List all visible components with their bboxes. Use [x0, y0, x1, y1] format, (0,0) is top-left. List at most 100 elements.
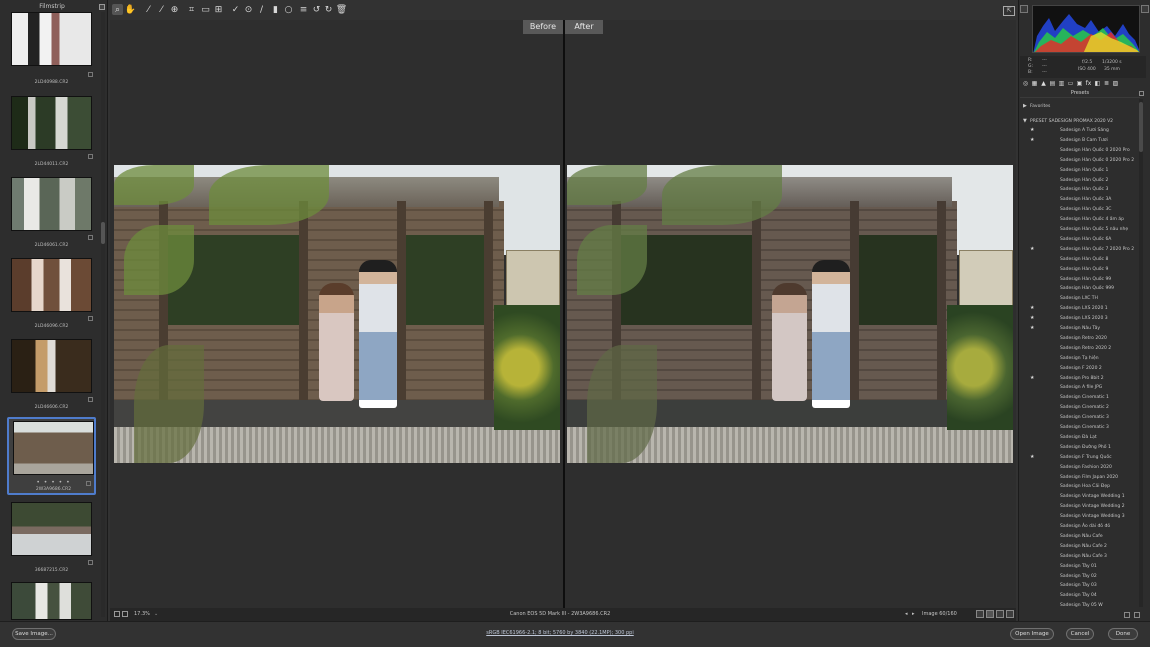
preset-item[interactable]: Sadesign Vintage Wedding 1 — [1020, 492, 1136, 501]
effects-tab-icon[interactable]: fx — [1085, 80, 1092, 87]
presets-menu-icon[interactable] — [1139, 91, 1144, 96]
preset-item[interactable]: ★ Sadesign Hàn Quốc 7 2020 Pro 2 — [1020, 245, 1136, 254]
done-button[interactable]: Done — [1108, 628, 1138, 640]
preset-item[interactable]: Sadesign Nâu Cafe — [1020, 532, 1136, 541]
preset-item[interactable]: Sadesign Đà Lạt — [1020, 433, 1136, 442]
preset-item[interactable]: Sadesign Đường Phố 1 — [1020, 443, 1136, 452]
straighten-icon[interactable]: ▭ — [200, 4, 211, 15]
target-adjust-icon[interactable]: ⊕ — [169, 4, 180, 15]
transform-icon[interactable]: ⊞ — [213, 4, 224, 15]
zoom-icon[interactable]: ⌕ — [112, 4, 123, 15]
collapse-icon[interactable]: ▼ — [1023, 117, 1027, 126]
presets-scroll-thumb[interactable] — [1139, 102, 1143, 152]
swap-icon[interactable] — [996, 610, 1004, 618]
red-eye-icon[interactable]: ⊙ — [243, 4, 254, 15]
next-image-icon[interactable]: ▸ — [912, 611, 915, 617]
detail-tab-icon[interactable]: ▲ — [1040, 80, 1047, 87]
preset-item[interactable]: Sadesign Cinematic 3 — [1020, 413, 1136, 422]
clipping-highlight-icon[interactable] — [1141, 5, 1149, 13]
preset-item[interactable]: Sadesign Cinematic 1 — [1020, 393, 1136, 402]
prev-image-icon[interactable]: ◂ — [905, 611, 908, 617]
presets-tab-icon[interactable]: ≣ — [1103, 80, 1110, 87]
clipping-shadow-icon[interactable] — [1020, 5, 1028, 13]
cancel-button[interactable]: Cancel — [1066, 628, 1094, 640]
filmstrip-item[interactable]: 2LD46061.CR2 — [7, 175, 96, 253]
preset-item[interactable]: ★ Sadesign F Trung Quốc — [1020, 453, 1136, 462]
preset-item[interactable]: Sadesign Vintage Wedding 3 — [1020, 512, 1136, 521]
favorite-star-icon[interactable]: ★ — [1030, 126, 1034, 135]
filmstrip-menu-icon[interactable] — [99, 4, 105, 10]
transform-tab-icon[interactable]: ▣ — [1076, 80, 1083, 87]
preset-item[interactable]: Sadesign Vintage Wedding 2 — [1020, 502, 1136, 511]
preset-item[interactable]: Sadesign Hàn Quốc 2 — [1020, 176, 1136, 185]
preset-item[interactable]: ★ Sadesign Nâu Tây — [1020, 324, 1136, 333]
preset-item[interactable]: Sadesign Tây 02 — [1020, 572, 1136, 581]
preset-item[interactable]: Sadesign Áo dài đỏ đỏ — [1020, 522, 1136, 531]
open-image-button[interactable]: Open Image — [1010, 628, 1054, 640]
calibration-tab-icon[interactable]: ◧ — [1094, 80, 1101, 87]
preset-item[interactable]: ★ Sadesign LXS 2020 1 — [1020, 304, 1136, 313]
preset-item[interactable]: Sadesign Tây 04 — [1020, 591, 1136, 600]
preset-item[interactable]: ★ Sadesign Pro 8bit 2 — [1020, 374, 1136, 383]
preset-item[interactable]: Sadesign Hàn Quốc 0 2020 Pro 2 — [1020, 156, 1136, 165]
preset-item[interactable]: Sadesign Hàn Quốc 3A — [1020, 195, 1136, 204]
filmstrip-item[interactable]: 2LD46606.CR2 — [7, 337, 96, 415]
preset-item[interactable]: Sadesign Hàn Quốc 8 — [1020, 255, 1136, 264]
filmstrip-item[interactable]: 2LD46096.CR2 — [7, 256, 96, 334]
preset-item[interactable]: Sadesign Hàn Quốc 5 nâu nhẹ — [1020, 225, 1136, 234]
basic-tab-icon[interactable]: ◎ — [1022, 80, 1029, 87]
zoom-level[interactable]: 17.3% — [134, 611, 150, 617]
save-image-button[interactable]: Save Image... — [12, 628, 56, 640]
filmstrip-item[interactable]: 2LD40988.CR2 — [7, 10, 96, 88]
rotate-ccw-icon[interactable]: ↺ — [311, 4, 322, 15]
preset-item[interactable]: Sadesign Nâu Cafe 2 — [1020, 542, 1136, 551]
view-compare-icon[interactable] — [986, 610, 994, 618]
snapshots-tab-icon[interactable]: ▨ — [1112, 80, 1119, 87]
preset-item[interactable]: Sadesign Hàn Quốc 999 — [1020, 284, 1136, 293]
white-balance-icon[interactable]: ⁄ — [143, 4, 154, 15]
preset-item[interactable]: Sadesign Nâu Cafe 3 — [1020, 552, 1136, 561]
preset-item[interactable]: Sadesign Hàn Quốc 99 — [1020, 275, 1136, 284]
tone-curve-tab-icon[interactable]: ▦ — [1031, 80, 1038, 87]
rotate-cw-icon[interactable]: ↻ — [323, 4, 334, 15]
preset-item[interactable]: Sadesign Retro 2020 2 — [1020, 344, 1136, 353]
preset-item[interactable]: Sadesign Hàn Quốc 9 — [1020, 265, 1136, 274]
view-single-icon[interactable] — [976, 610, 984, 618]
preset-item[interactable]: Sadesign A file JPG — [1020, 383, 1136, 392]
preset-item[interactable]: Sadesign Cinematic 3 — [1020, 423, 1136, 432]
preset-item[interactable]: ★ Sadesign A Tươi Sáng — [1020, 126, 1136, 135]
preset-item[interactable]: Sadesign Tây 05 W — [1020, 601, 1136, 610]
preset-item[interactable]: ★ Sadesign B Cam Tươi — [1020, 136, 1136, 145]
graduated-filter-icon[interactable]: ▮ — [270, 4, 281, 15]
brush-icon[interactable]: / — [256, 4, 267, 15]
filmstrip-scroll-thumb[interactable] — [101, 222, 105, 244]
filmstrip-item-selected[interactable]: • • • • • 2W3A9686.CR2 — [7, 417, 96, 495]
favorites-group[interactable]: ▶ Favorites — [1020, 102, 1136, 111]
preset-item[interactable]: Sadesign LXC TH — [1020, 294, 1136, 303]
preset-item[interactable]: Sadesign Hàn Quốc 1 — [1020, 166, 1136, 175]
preset-item[interactable]: Sadesign Film Japan 2020 — [1020, 473, 1136, 482]
settings-icon[interactable] — [1006, 610, 1014, 618]
preset-item[interactable]: Sadesign Tây 01 — [1020, 562, 1136, 571]
filmstrip-scrollbar[interactable] — [101, 12, 105, 617]
filmstrip-item[interactable] — [7, 580, 96, 620]
presets-scrollbar[interactable] — [1139, 99, 1143, 607]
preset-item[interactable]: ★ Sadesign LXS 2020 3 — [1020, 314, 1136, 323]
preset-item[interactable]: Sadesign F 2020 2 — [1020, 364, 1136, 373]
filmstrip-item[interactable]: 36687215.CR2 — [7, 500, 96, 578]
preset-item[interactable]: Sadesign Cinematic 2 — [1020, 403, 1136, 412]
zoom-dropdown-icon[interactable]: ⌄ — [154, 611, 158, 617]
favorite-star-icon[interactable]: ★ — [1030, 245, 1034, 254]
delete-preset-icon[interactable] — [1134, 612, 1140, 618]
preset-item[interactable]: Sadesign Hàn Quốc 3C — [1020, 205, 1136, 214]
preset-item[interactable]: Sadesign Hàn Quốc 6A — [1020, 235, 1136, 244]
preset-group[interactable]: ▼ PRESET SADESIGN PROMAX 2020 V2 — [1020, 117, 1136, 126]
favorite-star-icon[interactable]: ★ — [1030, 314, 1034, 323]
preset-item[interactable]: Sadesign Retro 2020 — [1020, 334, 1136, 343]
preset-item[interactable]: Sadesign Hoa Cải Đẹp — [1020, 482, 1136, 491]
hand-icon[interactable]: ✋ — [125, 4, 136, 15]
color-sampler-icon[interactable]: ⁄ — [156, 4, 167, 15]
preset-item[interactable]: Sadesign Tây 03 — [1020, 581, 1136, 590]
preset-item[interactable]: Sadesign Fashion 2020 — [1020, 463, 1136, 472]
zoom-in-icon[interactable] — [122, 611, 128, 617]
